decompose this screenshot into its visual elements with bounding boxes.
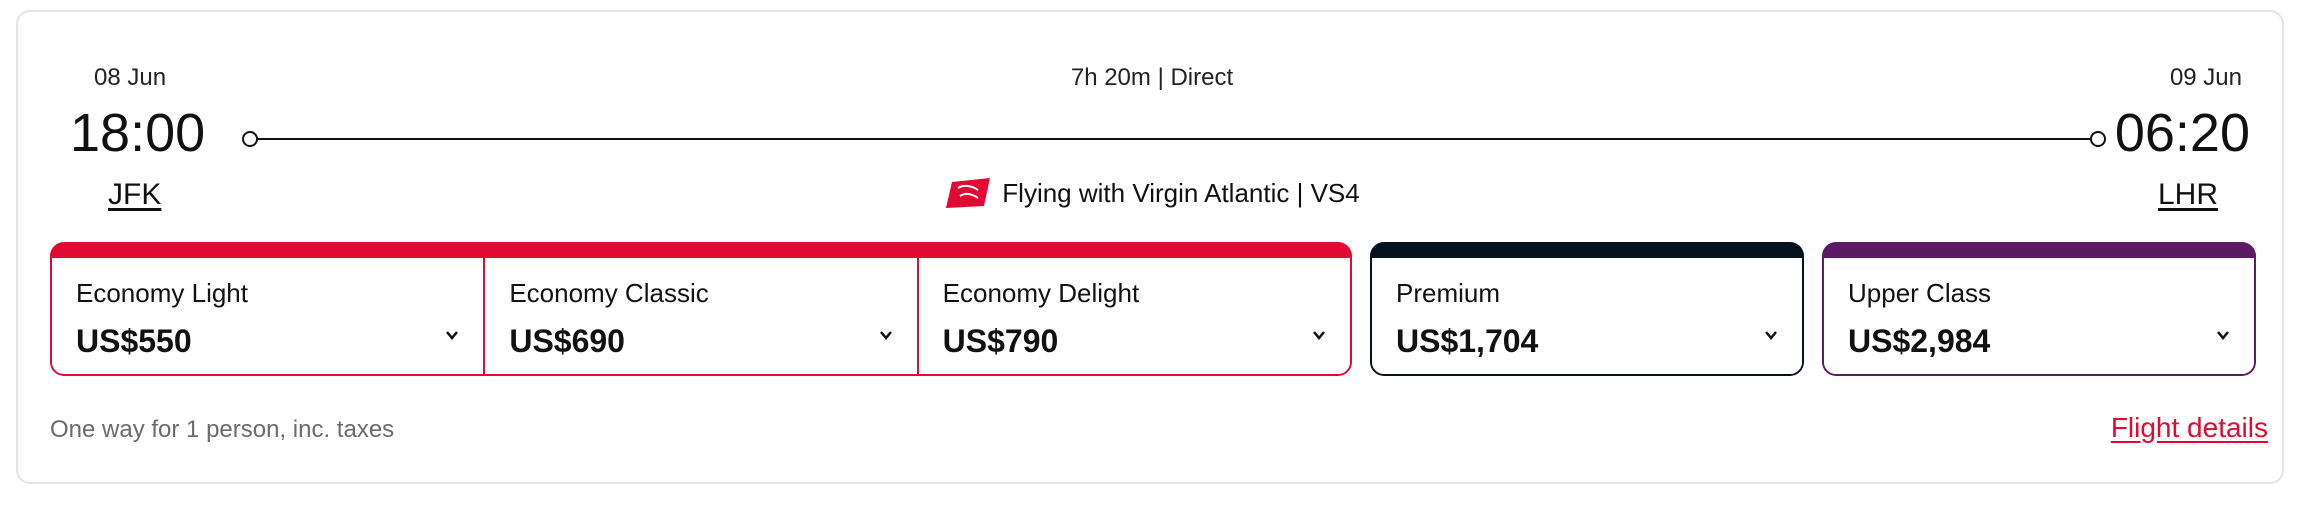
flight-duration: 7h 20m | Direct xyxy=(1070,64,1234,91)
fare-price: US$550 xyxy=(76,323,192,359)
chevron-down-icon xyxy=(446,331,459,340)
fare-price: US$790 xyxy=(942,323,1059,359)
fare-economy-delight[interactable]: Economy Delight US$790 xyxy=(916,258,1350,374)
arrival-time: 06:20 xyxy=(2114,103,2250,163)
fare-name: Economy Classic xyxy=(509,278,709,308)
fare-name: Economy Light xyxy=(76,278,248,308)
fare-name: Premium xyxy=(1396,278,1501,308)
fare-upper-class[interactable]: Upper Class US$2,984 xyxy=(1824,258,2254,374)
fare-price: US$2,984 xyxy=(1848,323,1991,359)
chevron-down-icon xyxy=(1313,331,1325,340)
airline-label: Flying with Virgin Atlantic | VS4 xyxy=(1002,177,1360,208)
route-start-dot xyxy=(242,131,258,147)
upper-class-fare-group: Upper Class US$2,984 xyxy=(1822,242,2256,376)
premium-fare-group: Premium US$1,704 xyxy=(1370,242,1804,376)
arrival-date: 09 Jun xyxy=(2169,64,2242,91)
fare-economy-light[interactable]: Economy Light US$550 xyxy=(52,258,484,374)
airline-info: Flying with Virgin Atlantic | VS4 xyxy=(18,176,2286,210)
route-line xyxy=(252,138,2100,140)
fare-economy-classic[interactable]: Economy Classic US$690 xyxy=(483,258,917,374)
chevron-down-icon xyxy=(1765,331,1777,340)
fare-price: US$690 xyxy=(509,323,625,359)
fare-premium[interactable]: Premium US$1,704 xyxy=(1372,258,1802,374)
economy-fare-group: Economy Light US$550 Economy Classic US$… xyxy=(50,242,1352,376)
flight-details-link[interactable]: Flight details xyxy=(2111,412,2268,444)
fare-price: US$1,704 xyxy=(1396,323,1539,359)
departure-time: 18:00 xyxy=(70,103,206,163)
route-end-dot xyxy=(2090,131,2106,147)
fare-name: Upper Class xyxy=(1848,278,1992,308)
virgin-atlantic-logo-icon xyxy=(946,178,991,208)
arrival-airport-link[interactable]: LHR xyxy=(2158,178,2218,212)
price-footnote: One way for 1 person, inc. taxes xyxy=(50,416,395,443)
fare-name: Economy Delight xyxy=(942,278,1140,308)
chevron-down-icon xyxy=(2217,331,2229,340)
chevron-down-icon xyxy=(879,331,892,340)
